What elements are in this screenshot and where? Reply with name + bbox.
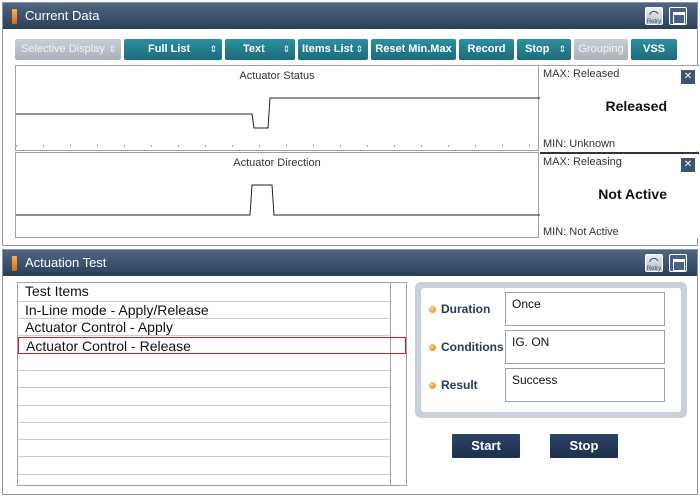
actuator-status-trace [16, 97, 540, 147]
test-info-box: Duration Once Conditions IG. ON Result S… [415, 282, 687, 418]
list-header: Test Items [25, 283, 89, 299]
items-list-button[interactable]: Items List ⇕ [298, 39, 368, 60]
list-item[interactable]: Actuator Control - Release [18, 336, 406, 354]
list-item-empty[interactable] [18, 423, 390, 441]
vss-button[interactable]: VSS [631, 39, 677, 60]
retry-label: Retry [646, 19, 662, 25]
text-label: Text [243, 43, 265, 55]
close-graph-icon[interactable]: ✕ [681, 158, 695, 172]
retry-icon[interactable]: Retry [645, 7, 663, 25]
close-graph-icon[interactable]: ✕ [681, 70, 695, 84]
test-info-inner: Duration Once Conditions IG. ON Result S… [421, 288, 681, 412]
result-value: Success [505, 368, 665, 402]
result-label: Result [441, 378, 478, 392]
max-value: MAX: Releasing [543, 156, 622, 168]
list-item-label: Actuator Control - Apply [25, 319, 173, 336]
actuator-direction-graph: Actuator Direction [15, 152, 540, 238]
duration-label: Duration [441, 302, 491, 316]
stop-record-button[interactable]: Stop ⇕ [517, 39, 571, 60]
reset-min-max-button[interactable]: Reset Min.Max [371, 39, 456, 60]
duration-row: Duration Once [421, 292, 681, 328]
refresh-arrow-icon [649, 258, 659, 263]
full-list-button[interactable]: Full List ⇕ [124, 39, 222, 60]
list-item-empty[interactable] [18, 440, 390, 458]
selective-display-button[interactable]: Selective Display ⇕ [15, 39, 121, 60]
current-data-toolbar: Selective Display ⇕ Full List ⇕ Text ⇕ I… [3, 34, 697, 62]
grouping-button[interactable]: Grouping [574, 39, 628, 60]
list-item-label: Actuator Control - Release [26, 337, 191, 354]
window-toggle-icon[interactable] [669, 7, 687, 25]
full-list-label: Full List [148, 43, 191, 55]
list-item[interactable]: In-Line mode - Apply/Release [18, 302, 390, 319]
min-value: MIN: Not Active [543, 226, 619, 238]
current-data-panel: Current Data Retry Selective Display ⇕ F… [2, 2, 699, 246]
bullet-icon [429, 344, 436, 351]
updown-arrows-icon: ⇕ [282, 44, 290, 54]
retry-icon[interactable]: Retry [645, 254, 663, 272]
list-item-empty[interactable] [18, 354, 390, 371]
actuator-direction-values: MAX: Releasing Not Active MIN: Not Activ… [540, 152, 699, 238]
list-item-empty[interactable] [18, 406, 390, 423]
list-item-empty[interactable] [18, 389, 390, 406]
list-item-empty[interactable] [18, 458, 390, 475]
updown-arrows-icon: ⇕ [558, 44, 566, 54]
graph-area: Actuator Status MAX: Released Released M… [15, 65, 699, 241]
list-divider [390, 283, 391, 485]
updown-arrows-icon: ⇕ [209, 44, 217, 54]
current-value: Released [605, 98, 667, 114]
panel-title: Actuation Test [25, 255, 107, 270]
list-item-label: In-Line mode - Apply/Release [25, 302, 209, 318]
actuator-status-values: MAX: Released Released MIN: Unknown ✕ [540, 65, 699, 151]
actuation-test-panel: Actuation Test Retry Test Items In-Line … [2, 249, 698, 495]
current-value: Not Active [598, 186, 667, 202]
updown-arrows-icon: ⇕ [108, 44, 116, 54]
bullet-icon [429, 306, 436, 313]
test-items-list: Test Items In-Line mode - Apply/Release A… [17, 282, 407, 486]
conditions-value: IG. ON [505, 330, 665, 364]
start-button[interactable]: Start [452, 434, 520, 458]
list-item-empty[interactable] [18, 371, 390, 389]
conditions-row: Conditions IG. ON [421, 330, 681, 366]
window-toggle-icon[interactable] [669, 254, 687, 272]
refresh-arrow-icon [649, 11, 659, 16]
updown-arrows-icon: ⇕ [355, 44, 363, 54]
list-header-row: Test Items [18, 283, 390, 302]
bullet-icon [429, 382, 436, 389]
retry-label: Retry [646, 266, 662, 272]
actuator-direction-trace [16, 184, 540, 216]
panel-marker-icon [12, 256, 17, 271]
conditions-label: Conditions [441, 340, 504, 354]
result-row: Result Success [421, 368, 681, 404]
items-list-label: Items List [302, 43, 354, 55]
selective-display-label: Selective Display [21, 43, 105, 55]
record-button[interactable]: Record [459, 39, 514, 60]
max-value: MAX: Released [543, 68, 620, 80]
panel-title: Current Data [25, 8, 100, 23]
panel-marker-icon [12, 9, 17, 24]
actuator-status-graph: Actuator Status [15, 65, 540, 151]
list-item[interactable]: Actuator Control - Apply [18, 319, 390, 337]
stop-button[interactable]: Stop [550, 434, 618, 458]
duration-value: Once [505, 292, 665, 326]
actuation-test-header: Actuation Test Retry [3, 250, 697, 276]
stop-label: Stop [525, 43, 550, 55]
min-value: MIN: Unknown [543, 138, 616, 150]
text-button[interactable]: Text ⇕ [225, 39, 295, 60]
current-data-header: Current Data Retry [3, 3, 697, 29]
